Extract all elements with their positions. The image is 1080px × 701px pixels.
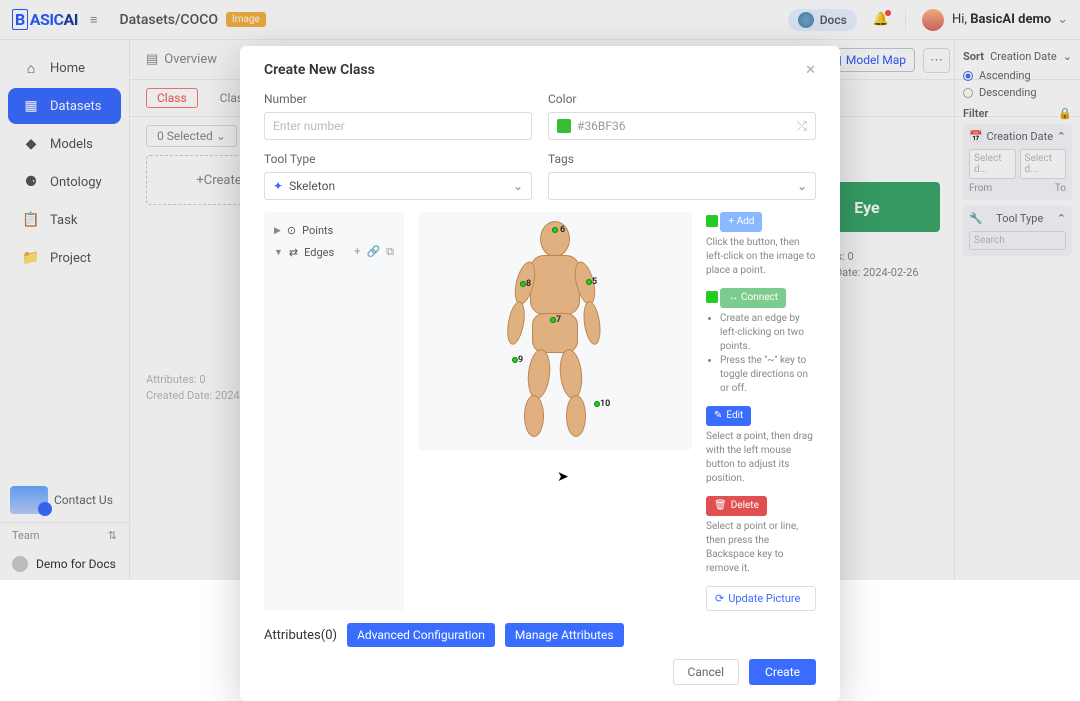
skeleton-help: + Add Click the button, then left-click … [706,212,816,611]
color-swatch [557,119,571,133]
help-text: Create an edge by left-clicking on two p… [720,312,816,354]
cancel-button[interactable]: Cancel [673,659,740,685]
edit-button[interactable]: ✎ Edit [706,406,751,426]
number-input[interactable] [264,112,532,140]
chevron-down-icon: ⌄ [513,179,523,193]
tags-label: Tags [548,152,816,166]
add-edge-icon[interactable]: + [354,245,360,259]
update-picture-button[interactable]: ⟳ Update Picture [706,586,816,611]
create-class-modal: Create New Class ✕ Number Color #36BF36 … [240,46,840,701]
link-edge-icon[interactable]: 🔗 [366,245,380,259]
add-point-button[interactable]: + Add [720,212,762,232]
help-text: Press the "~" key to toggle directions o… [720,354,816,396]
tags-select[interactable]: ⌄ [548,172,816,200]
point-label: 7 [556,315,561,325]
create-button[interactable]: Create [749,659,816,685]
manage-attributes-button[interactable]: Manage Attributes [505,623,624,647]
tree-points[interactable]: ▶⊙ Points [272,220,396,241]
tree-label: Points [302,224,333,237]
modal-title: Create New Class [264,62,375,78]
number-label: Number [264,92,532,106]
help-text: Select a point, then drag with the left … [706,430,816,486]
tree-label: Edges [304,246,334,259]
advanced-config-button[interactable]: Advanced Configuration [347,623,495,647]
help-text: Select a point or line, then press the B… [706,520,816,576]
connect-button[interactable]: ↔ Connect [720,288,786,308]
mannequin: 6 8 5 7 9 10 [490,221,620,441]
tooltype-value: Skeleton [289,179,335,193]
tree-edges[interactable]: ▼⇄ Edges +🔗⧉ [272,241,396,263]
tooltype-label: Tool Type [264,152,532,166]
skeleton-tree: ▶⊙ Points ▼⇄ Edges +🔗⧉ [264,212,404,611]
shuffle-icon[interactable]: ⤭ [797,119,807,134]
point-label: 5 [592,277,597,287]
add-swatch [706,215,718,227]
tooltype-select[interactable]: ✦ Skeleton ⌄ [264,172,532,200]
point-label: 8 [526,279,531,289]
color-label: Color [548,92,816,106]
color-input[interactable]: #36BF36 ⤭ [548,112,816,140]
skeleton-icon: ✦ [273,179,283,193]
chevron-down-icon: ⌄ [797,179,807,193]
point-label: 9 [518,355,523,365]
point-label: 10 [600,399,610,409]
connect-swatch [706,291,718,303]
attributes-label: Attributes(0) [264,628,337,643]
point-label: 6 [560,225,565,235]
skeleton-canvas[interactable]: 6 8 5 7 9 10 [418,212,692,450]
color-value: #36BF36 [577,119,625,133]
close-icon[interactable]: ✕ [805,63,816,78]
delete-button[interactable]: 🗑 Delete [706,496,767,516]
help-text: Click the button, then left-click on the… [706,236,816,278]
copy-edge-icon[interactable]: ⧉ [386,245,394,259]
modal-overlay: Create New Class ✕ Number Color #36BF36 … [0,0,1080,580]
